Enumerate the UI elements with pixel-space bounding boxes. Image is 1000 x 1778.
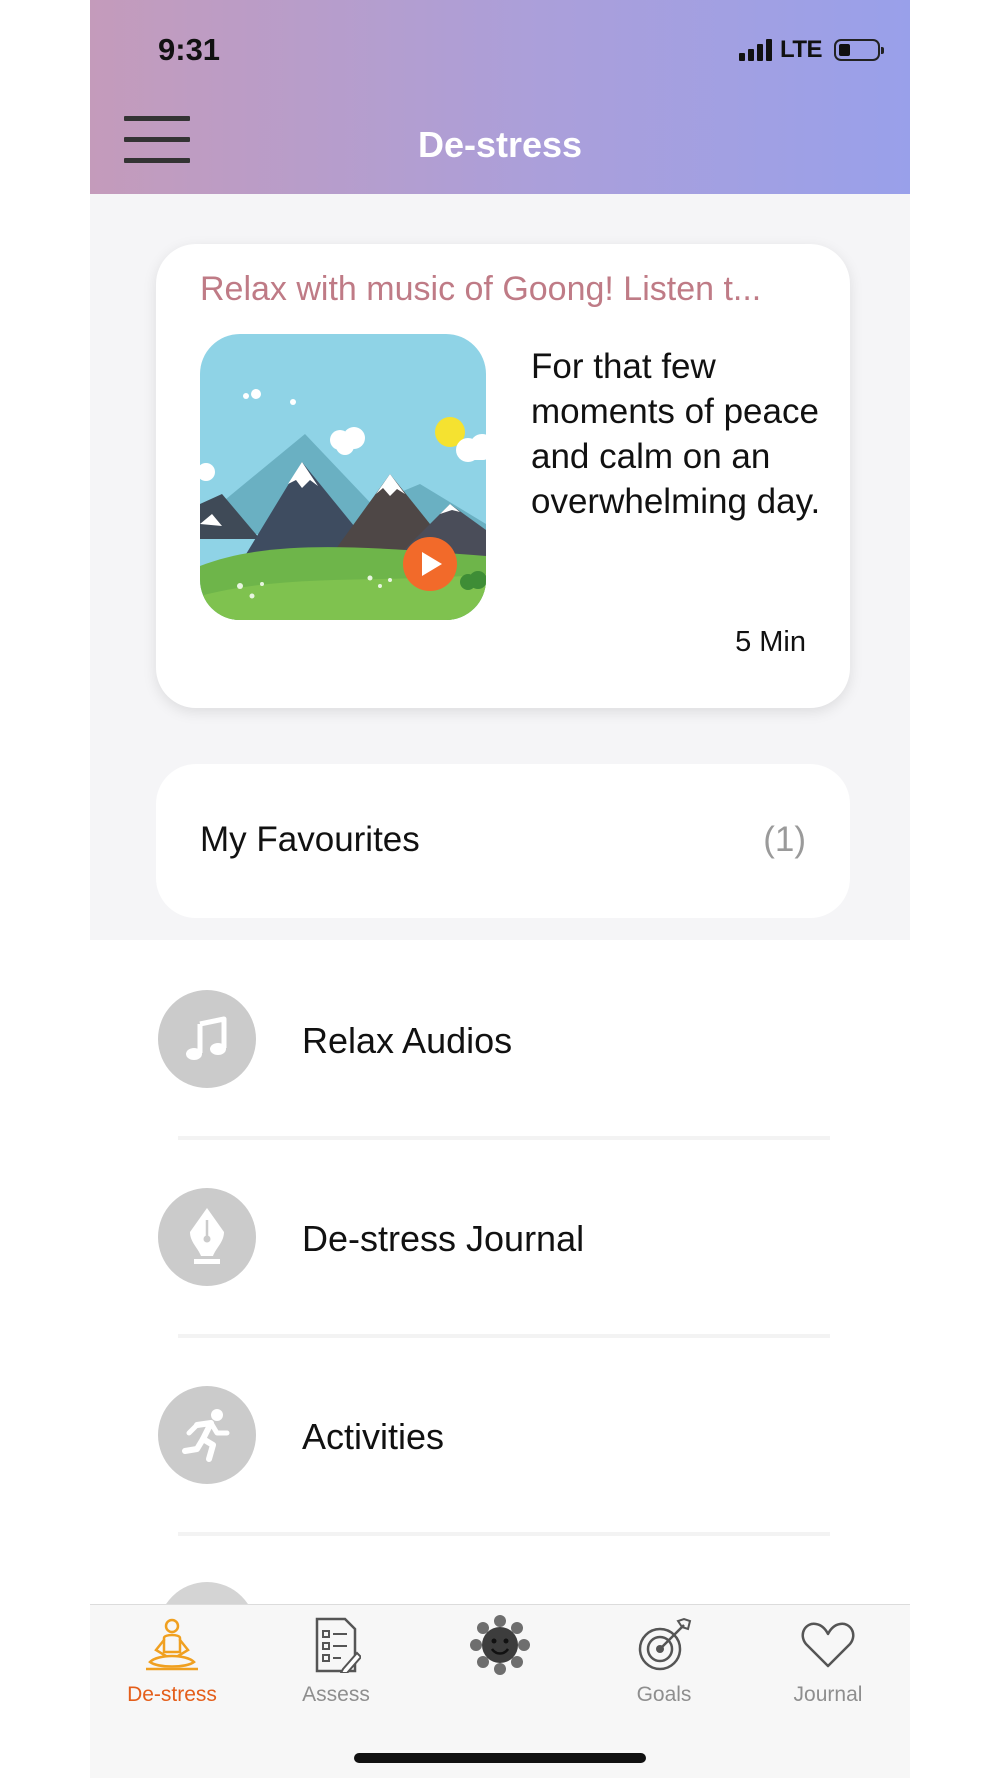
meditation-icon (90, 1615, 254, 1675)
favourites-label: My Favourites (200, 820, 420, 859)
tab-label: Journal (793, 1683, 863, 1706)
tab-label: Goals (636, 1683, 692, 1706)
network-type: LTE (779, 36, 823, 63)
checklist-icon (254, 1615, 418, 1675)
music-note-icon (158, 990, 256, 1088)
divider (178, 1532, 830, 1536)
my-favourites-row[interactable]: My Favourites (1) (156, 764, 850, 918)
tab-label: De-stress (127, 1683, 217, 1706)
sunflower-icon (418, 1615, 582, 1675)
list-item-label: Relax Audios (302, 1020, 513, 1061)
featured-audio-card[interactable]: Relax with music of Goong! Listen t... F… (156, 244, 850, 708)
bottom-tab-bar: De-stress Assess Goals Journal (90, 1604, 910, 1778)
featured-description: For that few moments of peace and calm o… (531, 347, 821, 521)
running-person-icon (158, 1386, 256, 1484)
menu-list: Relax Audios De-stress Journal Activitie… (90, 940, 910, 1680)
tab-home[interactable] (418, 1615, 582, 1715)
tab-goals[interactable]: Goals (582, 1615, 746, 1715)
signal-icon (738, 39, 772, 61)
tab-journal[interactable]: Journal (746, 1615, 910, 1715)
target-icon (582, 1615, 746, 1675)
heart-icon (746, 1615, 910, 1675)
battery-icon (834, 39, 884, 61)
phone-screen: 9:31 LTE De-stress Relax with music of G… (90, 0, 910, 1778)
tab-label: Assess (302, 1683, 370, 1706)
list-item-label: Activities (302, 1416, 445, 1457)
featured-thumbnail (200, 334, 486, 620)
tab-assess[interactable]: Assess (254, 1615, 418, 1715)
header-bar: 9:31 LTE De-stress (90, 0, 910, 194)
list-item-label: De-stress Journal (302, 1218, 585, 1259)
favourites-count: (1) (763, 820, 806, 859)
status-indicators: LTE (738, 36, 884, 64)
featured-title: Relax with music of Goong! Listen t... (200, 270, 762, 308)
page-title: De-stress (417, 124, 583, 165)
tab-destress[interactable]: De-stress (90, 1615, 254, 1715)
list-item-destress-journal[interactable]: De-stress Journal (90, 1138, 910, 1336)
pen-nib-icon (158, 1188, 256, 1286)
status-time: 9:31 (158, 32, 221, 67)
list-item-activities[interactable]: Activities (90, 1336, 910, 1534)
list-item-relax-audios[interactable]: Relax Audios (90, 940, 910, 1138)
featured-duration: 5 Min (735, 626, 806, 658)
home-indicator (354, 1753, 646, 1763)
